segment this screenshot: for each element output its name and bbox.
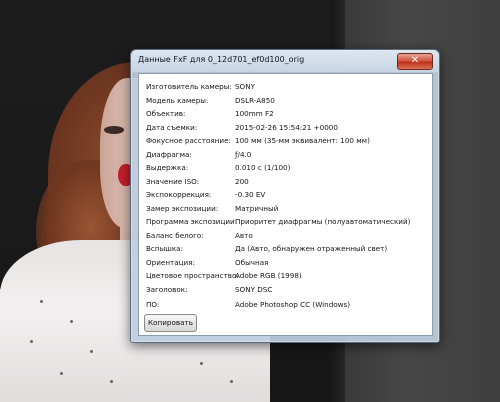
exif-value: Да (Авто, обнаружен отраженный свет) (235, 244, 388, 253)
exif-dialog: Данные FxF для 0_12d701_ef0d100_orig ✕ И… (130, 49, 440, 343)
sweater-stud (90, 350, 93, 353)
sweater-stud (110, 380, 113, 383)
exif-label: Фокусное расстояние: (146, 136, 231, 145)
sweater-stud (230, 380, 233, 383)
exif-value: Adobe Photoshop CC (Windows) (235, 300, 351, 309)
exif-label: Вспышка: (146, 244, 184, 253)
exif-value: DSLR-A850 (235, 95, 275, 105)
close-button[interactable]: ✕ (397, 53, 433, 70)
exif-panel: Изготовитель камеры: SONY Модель камеры:… (138, 73, 433, 336)
exif-value: Adobe RGB (1998) (235, 271, 302, 280)
exif-value: Матричный (235, 203, 279, 213)
exif-label: Диафрагма: (146, 149, 192, 159)
exif-label: Заголовок: (146, 284, 188, 294)
exif-label: Ориентация: (146, 257, 195, 267)
exif-value: 0.010 с (1/100) (235, 163, 291, 172)
exif-label: Дата съемки: (146, 122, 198, 132)
exif-value: Обычная (235, 257, 269, 267)
exif-value: Авто (235, 230, 253, 240)
exif-value: SONY (235, 82, 255, 91)
exif-label: Баланс белого: (146, 230, 204, 240)
exif-label: Цветовое пространство: (146, 271, 239, 280)
exif-label: Значение ISO: (146, 176, 200, 186)
exif-value: 2015-02-26 15:54:21 +0000 (235, 122, 338, 132)
exif-value: 100mm F2 (235, 109, 274, 118)
sweater-stud (70, 320, 73, 323)
exif-value: -0.30 EV (235, 190, 266, 199)
exif-label: Изготовитель камеры: (146, 82, 232, 91)
exif-value: 100 мм (35-мм эквивалент: 100 мм) (235, 136, 370, 145)
copy-button[interactable]: Копировать (144, 314, 197, 332)
exif-label: Модель камеры: (146, 95, 209, 105)
sweater-stud (60, 372, 63, 375)
exif-label: Замер экспозиции: (146, 203, 219, 213)
dialog-title: Данные FxF для 0_12d701_ef0d100_orig (138, 55, 305, 64)
sweater-stud (30, 340, 33, 343)
exif-value: ƒ/4.0 (235, 149, 252, 159)
exif-label: ПО: (146, 300, 160, 309)
exif-value: 200 (235, 176, 249, 186)
exif-label: Экспокоррекция: (146, 190, 212, 199)
exif-value: SONY DSC (235, 284, 273, 294)
exif-label: Выдержка: (146, 163, 189, 172)
dialog-titlebar[interactable]: Данные FxF для 0_12d701_ef0d100_orig ✕ (131, 50, 439, 72)
exif-label: Программа экспозиции: (146, 217, 238, 226)
sweater-stud (200, 362, 203, 365)
exif-value: Приоритет диафрагмы (полуавтоматический) (235, 217, 411, 226)
exif-label: Объектив: (146, 109, 186, 118)
sweater-stud (40, 300, 43, 303)
eye (104, 126, 124, 134)
close-icon: ✕ (410, 55, 420, 66)
